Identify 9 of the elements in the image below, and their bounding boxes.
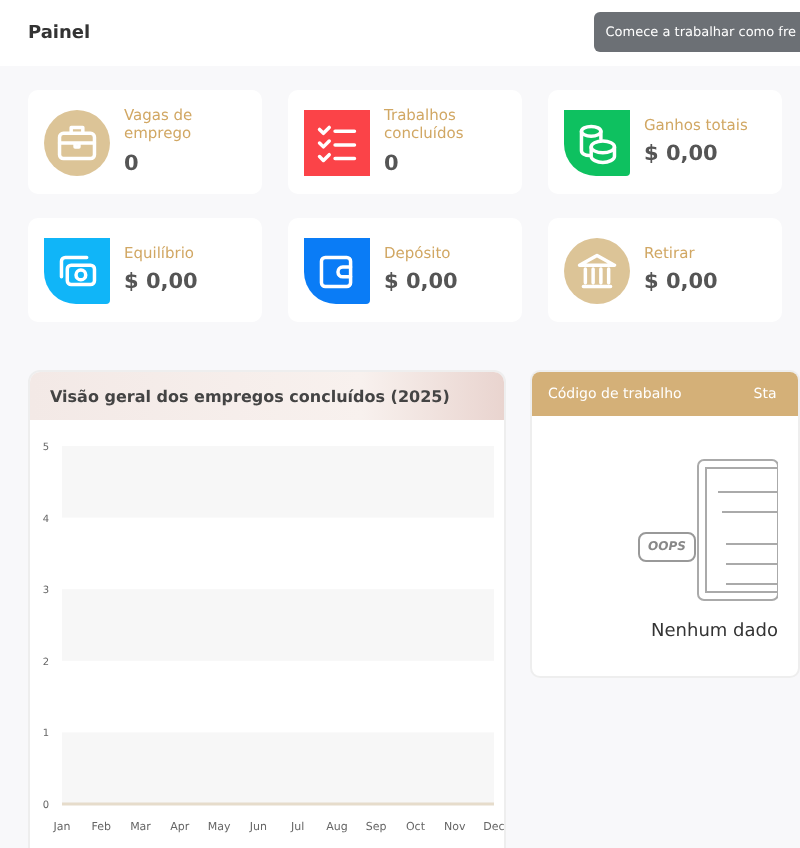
page-title: Painel [28,23,91,43]
stat-value: $ 0,00 [644,142,720,167]
chart-title: Visão geral dos empregos concluídos (2025) [30,372,504,420]
stat-value: $ 0,00 [384,270,458,295]
stat-value: 0 [384,151,401,176]
empty-message: Nenhum dado [651,622,778,642]
stat-value: $ 0,00 [644,270,718,295]
stat-value: $ 0,00 [124,270,198,295]
stat-value: 0 [124,151,141,176]
